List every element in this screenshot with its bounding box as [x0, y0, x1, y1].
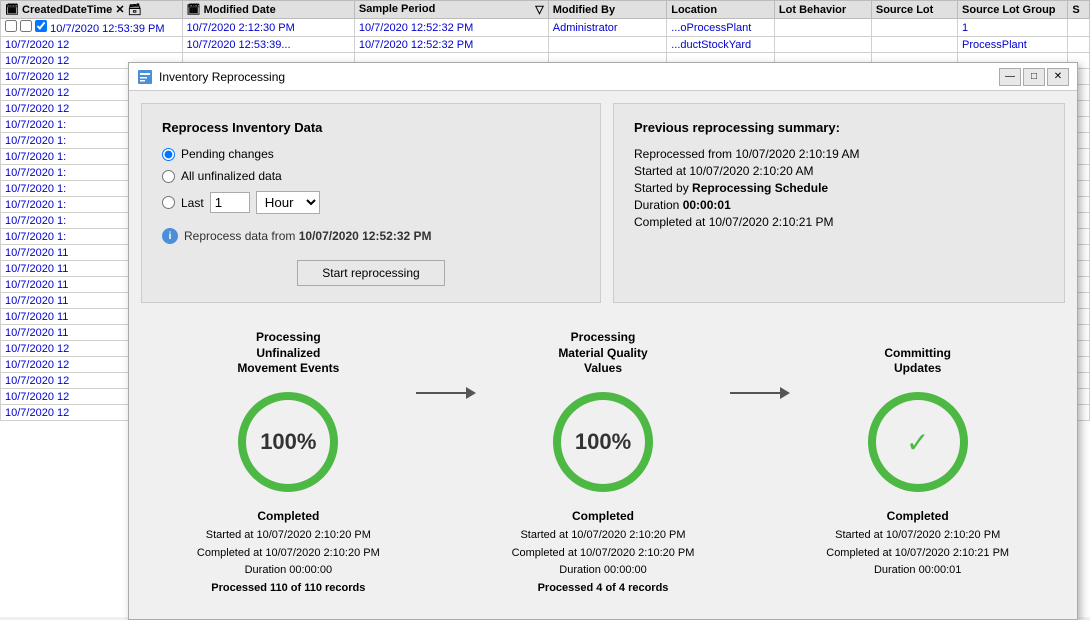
reprocess-options-panel: Reprocess Inventory Data Pending changes… [141, 103, 601, 303]
start-reprocessing-button[interactable]: Start reprocessing [297, 260, 444, 286]
summary-line-3: Started by Reprocessing Schedule [634, 181, 1044, 195]
summary-panel: Previous reprocessing summary: Reprocess… [613, 103, 1065, 303]
summary-line-5: Completed at 10/07/2020 2:10:21 PM [634, 215, 1044, 229]
last-option[interactable]: Last Hour Day Week [162, 191, 580, 214]
step-1-circle: 100% [233, 387, 343, 497]
last-label: Last [181, 196, 204, 210]
step-1: ProcessingUnfinalizedMovement Events 100… [161, 329, 416, 597]
pending-changes-radio[interactable] [162, 148, 175, 161]
step-2: ProcessingMaterial QualityValues 100% Co… [476, 329, 731, 597]
top-panels: Reprocess Inventory Data Pending changes… [141, 103, 1065, 303]
modal-overlay: Inventory Reprocessing — □ ✕ Reprocess I… [0, 0, 1090, 617]
info-date: 10/07/2020 12:52:32 PM [299, 229, 432, 243]
step-3-status-label: Completed [826, 509, 1009, 523]
modal-title: Inventory Reprocessing [159, 70, 999, 84]
reprocess-panel-title: Reprocess Inventory Data [162, 120, 580, 135]
step-3: CommittingUpdates ✓ Completed St [790, 329, 1045, 580]
modal-title-bar: Inventory Reprocessing — □ ✕ [129, 63, 1077, 91]
info-row: i Reprocess data from 10/07/2020 12:52:3… [162, 228, 580, 244]
summary-lines: Reprocessed from 10/07/2020 2:10:19 AM S… [634, 147, 1044, 229]
radio-options: Pending changes All unfinalized data Las… [162, 147, 580, 214]
step-1-details: Started at 10/07/2020 2:10:20 PM Complet… [197, 527, 380, 597]
all-unfinalized-label: All unfinalized data [181, 169, 282, 183]
last-radio[interactable] [162, 196, 175, 209]
summary-title: Previous reprocessing summary: [634, 120, 1044, 135]
progress-section: ProcessingUnfinalizedMovement Events 100… [141, 319, 1065, 607]
modal-body: Reprocess Inventory Data Pending changes… [129, 91, 1077, 619]
step-2-status: Completed Started at 10/07/2020 2:10:20 … [512, 509, 695, 597]
maximize-button[interactable]: □ [1023, 68, 1045, 86]
step-1-status-label: Completed [197, 509, 380, 523]
last-value-input[interactable] [210, 192, 250, 213]
step-3-status: Completed Started at 10/07/2020 2:10:20 … [826, 509, 1009, 580]
hour-select[interactable]: Hour Day Week [256, 191, 320, 214]
connector-2 [730, 329, 790, 399]
info-text: Reprocess data from 10/07/2020 12:52:32 … [184, 229, 432, 243]
all-unfinalized-radio[interactable] [162, 170, 175, 183]
step-2-status-label: Completed [512, 509, 695, 523]
step-1-status: Completed Started at 10/07/2020 2:10:20 … [197, 509, 380, 597]
step-3-details: Started at 10/07/2020 2:10:20 PM Complet… [826, 527, 1009, 580]
summary-line-1: Reprocessed from 10/07/2020 2:10:19 AM [634, 147, 1044, 161]
step-3-circle: ✓ [863, 387, 973, 497]
info-icon: i [162, 228, 178, 244]
close-button[interactable]: ✕ [1047, 68, 1069, 86]
step-3-label: CommittingUpdates [884, 329, 951, 377]
title-bar-buttons: — □ ✕ [999, 68, 1069, 86]
pending-changes-option[interactable]: Pending changes [162, 147, 580, 161]
summary-line-4: Duration 00:00:01 [634, 198, 1044, 212]
minimize-button[interactable]: — [999, 68, 1021, 86]
step-3-check: ✓ [906, 426, 929, 459]
step-1-label: ProcessingUnfinalizedMovement Events [237, 329, 339, 377]
summary-line-2: Started at 10/07/2020 2:10:20 AM [634, 164, 1044, 178]
all-unfinalized-option[interactable]: All unfinalized data [162, 169, 580, 183]
step-2-details: Started at 10/07/2020 2:10:20 PM Complet… [512, 527, 695, 597]
modal-icon [137, 69, 153, 85]
connector-1 [416, 329, 476, 399]
step-2-circle: 100% [548, 387, 658, 497]
step-1-value: 100% [260, 429, 316, 455]
pending-changes-label: Pending changes [181, 147, 274, 161]
step-2-value: 100% [575, 429, 631, 455]
step-2-label: ProcessingMaterial QualityValues [558, 329, 647, 377]
inventory-reprocessing-modal: Inventory Reprocessing — □ ✕ Reprocess I… [128, 62, 1078, 620]
